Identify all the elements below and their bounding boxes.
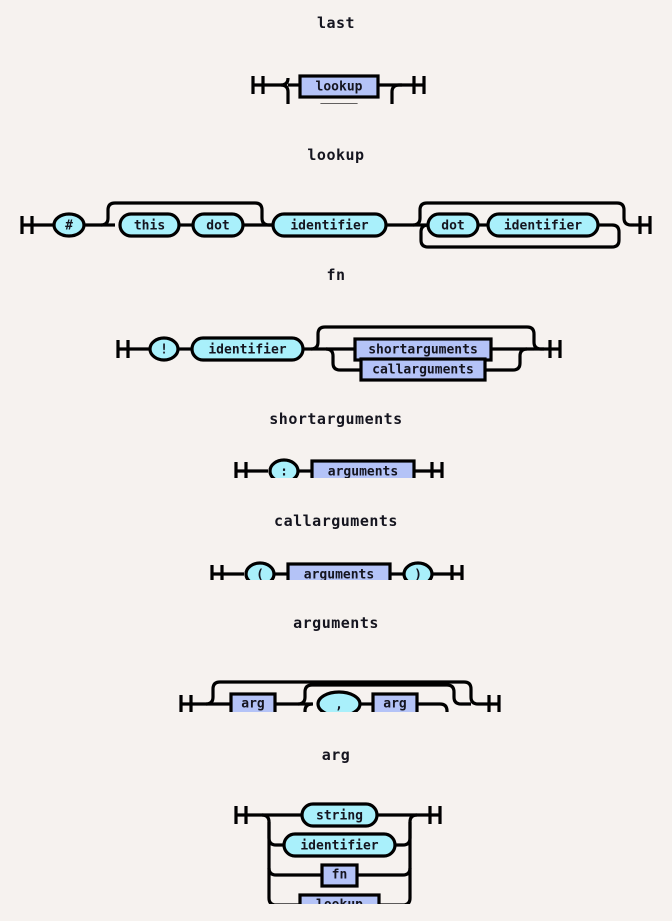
node-label-fn-bang: ! <box>160 343 168 358</box>
node-label-lookup-identifier-2: identifier <box>504 219 582 234</box>
end-marker-fn <box>544 340 562 358</box>
start-marker-shortarguments <box>234 462 268 478</box>
node-label-lookup-identifier-1: identifier <box>290 219 368 234</box>
end-marker-shortarguments <box>414 462 444 478</box>
node-label-arguments-arg-1: arg <box>241 697 264 712</box>
svg-arg: string identifier fn lookup <box>234 802 442 905</box>
node-label-shortarguments-colon: : <box>280 465 288 479</box>
node-label-last-lookup: lookup <box>316 80 363 95</box>
diagram-canvas-last: lookup fn <box>0 32 672 104</box>
svg-arguments: arg , arg <box>179 680 501 713</box>
diagram-arg: arg string identifier fn <box>0 746 672 904</box>
node-label-fn-identifier: identifier <box>208 343 286 358</box>
node-label-fn-callarguments: callarguments <box>372 363 474 378</box>
start-marker-last <box>251 76 278 94</box>
diagram-title-lookup: lookup <box>307 146 365 164</box>
diagram-title-arg: arg <box>321 746 351 764</box>
svg-lookup: # this dot identifier dot identifier <box>20 201 652 249</box>
start-marker-callarguments <box>210 565 244 580</box>
node-label-arg-identifier: identifier <box>300 839 378 854</box>
diagram-canvas-arg: string identifier fn lookup <box>0 764 672 904</box>
node-label-shortarguments-arguments: arguments <box>328 465 398 479</box>
svg-last: lookup fn <box>251 74 426 104</box>
end-marker-arguments <box>481 695 501 712</box>
start-marker-fn <box>116 340 150 358</box>
end-marker-callarguments <box>432 565 464 580</box>
node-label-callarguments-arguments: arguments <box>304 568 374 581</box>
svg-fn: ! identifier shortarguments callargument… <box>116 325 562 382</box>
branch-down-identifier <box>261 813 284 847</box>
node-label-arg-string: string <box>316 809 363 824</box>
diagram-title-arguments: arguments <box>293 614 379 632</box>
svg-callarguments: ( arguments ) <box>210 561 464 581</box>
end-marker-lookup <box>634 216 652 234</box>
start-marker-lookup <box>20 216 54 234</box>
node-label-callarguments-close-paren: ) <box>414 568 422 581</box>
node-label-lookup-this: this <box>134 219 165 234</box>
diagram-canvas-lookup: # this dot identifier dot identifier <box>0 164 672 254</box>
diagram-title-fn: fn <box>326 266 346 284</box>
node-label-arg-fn: fn <box>332 868 348 883</box>
diagram-shortarguments: shortarguments : arguments <box>0 410 672 478</box>
node-label-lookup-hash: # <box>65 219 73 234</box>
diagram-title-shortarguments: shortarguments <box>269 410 403 428</box>
diagram-fn: fn ! identifier shortarguments callargum… <box>0 266 672 384</box>
end-marker-last <box>402 76 426 94</box>
node-label-arguments-arg-2: arg <box>383 697 406 712</box>
diagram-canvas-callarguments: ( arguments ) <box>0 530 672 580</box>
diagram-last: last lookup fn <box>0 14 672 104</box>
railroad-diagram-page: last lookup fn <box>0 0 672 921</box>
diagram-title-last: last <box>316 14 356 32</box>
diagram-callarguments: callarguments ( arguments ) <box>0 512 672 580</box>
branch-up-identifier <box>395 813 418 847</box>
node-label-callarguments-open-paren: ( <box>256 568 264 581</box>
svg-shortarguments: : arguments <box>234 458 444 479</box>
node-label-lookup-dot-2: dot <box>441 219 464 234</box>
node-label-arguments-comma: , <box>335 698 343 713</box>
diagram-lookup: lookup # this dot identifier dot identif… <box>0 146 672 254</box>
node-label-arg-lookup: lookup <box>316 898 363 905</box>
diagram-canvas-arguments: arg , arg <box>0 632 672 712</box>
diagram-canvas-fn: ! identifier shortarguments callargument… <box>0 284 672 384</box>
node-label-lookup-dot-1: dot <box>206 219 229 234</box>
diagram-title-callarguments: callarguments <box>274 512 398 530</box>
diagram-arguments: arguments arg , arg <box>0 614 672 712</box>
node-label-fn-shortarguments: shortarguments <box>368 343 478 358</box>
start-marker-arg <box>234 806 262 824</box>
end-marker-arg <box>417 806 442 824</box>
start-marker-arguments <box>179 695 206 712</box>
diagram-canvas-shortarguments: : arguments <box>0 428 672 478</box>
